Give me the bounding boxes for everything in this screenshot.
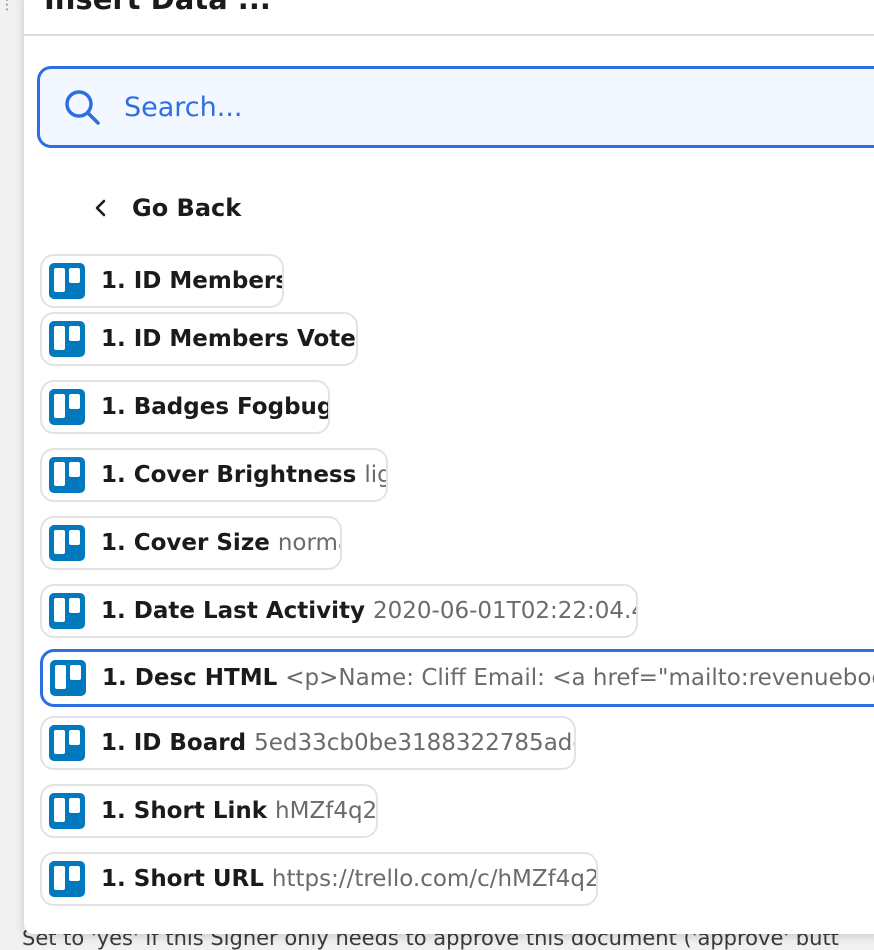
item-label: 1. Desc HTML: [102, 665, 278, 691]
trello-icon: [49, 263, 85, 299]
item-label: 1. Short Link: [101, 798, 268, 824]
search-input[interactable]: [122, 83, 864, 131]
list-item[interactable]: 1. ID Members Voted: [40, 312, 358, 366]
item-value: <p>Name: Cliff Email: <a href="mailto:re…: [285, 665, 874, 691]
item-label: 1. ID Members: [101, 268, 284, 294]
background-drag-handle-icon: ⋮: [0, 0, 14, 13]
list-item-selected[interactable]: 1. Desc HTML <p>Name: Cliff Email: <a hr…: [40, 649, 874, 707]
list-item[interactable]: 1. Badges Fogbugz: [40, 380, 330, 434]
trello-icon: [49, 525, 85, 561]
item-label: 1. Cover Size: [101, 530, 270, 556]
trello-icon: [49, 793, 85, 829]
list-item[interactable]: 1. Date Last Activity 2020-06-01T02:22:0…: [40, 584, 638, 638]
trello-icon: [49, 725, 85, 761]
insert-data-panel: Insert Data ... Go Back 1. ID Members 1.…: [24, 0, 874, 934]
list-item[interactable]: 1. Short URL https://trello.com/c/hMZf4q…: [40, 852, 598, 906]
trello-icon: [49, 321, 85, 357]
search-icon: [65, 90, 100, 125]
trello-icon: [49, 593, 85, 629]
go-back-button[interactable]: Go Back: [88, 188, 241, 228]
item-value: https://trello.com/c/hMZf4q2C: [271, 866, 598, 892]
trello-icon: [49, 457, 85, 493]
list-item[interactable]: 1. Cover Size normal: [40, 516, 342, 570]
chevron-left-icon: [95, 199, 106, 217]
item-label: 1. Short URL: [101, 866, 264, 892]
item-value: 5ed33cb0be3188322785add0: [254, 730, 576, 756]
item-label: 1. Date Last Activity: [101, 598, 366, 624]
title-divider: [24, 34, 874, 36]
item-label: 1. ID Board: [101, 730, 247, 756]
item-label: 1. Badges Fogbugz: [101, 394, 330, 420]
go-back-label: Go Back: [132, 194, 242, 222]
list-item[interactable]: 1. Short Link hMZf4q2C: [40, 784, 378, 838]
trello-icon: [49, 389, 85, 425]
list-item[interactable]: 1. ID Members: [40, 254, 284, 308]
item-label: 1. ID Members Voted: [101, 326, 358, 352]
item-label: 1. Cover Brightness: [101, 462, 357, 488]
list-item[interactable]: 1. ID Board 5ed33cb0be3188322785add0: [40, 716, 576, 770]
trello-icon: [50, 660, 86, 696]
item-value: normal: [277, 530, 340, 556]
trello-icon: [49, 861, 85, 897]
list-item[interactable]: 1. Cover Brightness light: [40, 448, 388, 502]
item-value: 2020-06-01T02:22:04.485Z: [373, 598, 636, 624]
search-box[interactable]: [37, 66, 874, 148]
item-value: light: [364, 462, 386, 488]
item-value: hMZf4q2C: [275, 798, 378, 824]
panel-title: Insert Data ...: [44, 0, 271, 16]
